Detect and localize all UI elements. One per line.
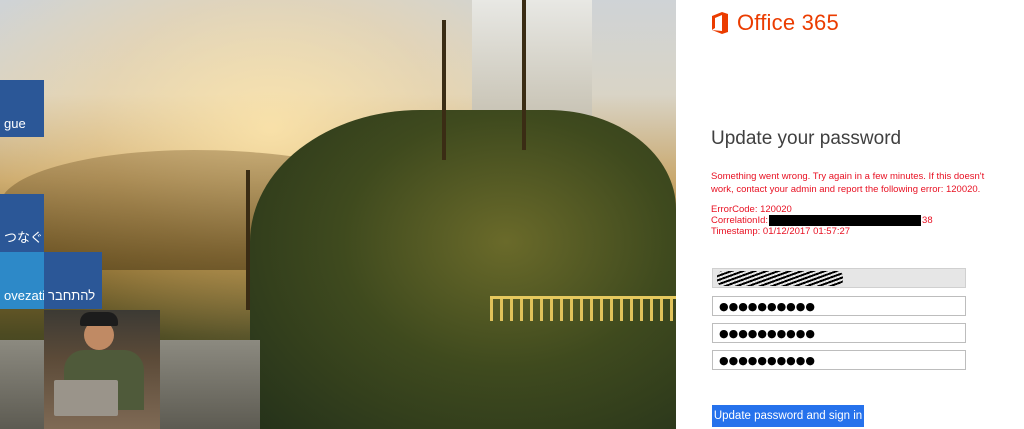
redacted-username (717, 271, 843, 286)
redaction-bar (769, 215, 922, 226)
error-code: ErrorCode: 120020 (711, 204, 792, 215)
people-photo (44, 310, 160, 429)
tile-label: ovezati (4, 288, 46, 303)
railing (490, 296, 676, 321)
palm-tree (442, 20, 446, 160)
brand-name: Office 365 (737, 10, 839, 35)
correlation-suffix: 38 (922, 215, 933, 227)
signin-panel: Office 365 Update your password Somethin… (676, 0, 1024, 429)
correlation-id: CorrelationId: 38 (711, 215, 933, 226)
office-logo: Office 365 (711, 10, 839, 36)
page-title: Update your password (711, 128, 902, 149)
update-password-button[interactable]: Update password and sign in (712, 405, 864, 427)
error-details: ErrorCode: 120020 CorrelationId: 38 Times… (711, 204, 933, 237)
correlation-label: CorrelationId: (711, 215, 769, 227)
palm-tree (246, 170, 250, 310)
hat (80, 312, 118, 326)
tile-label: gue (4, 116, 26, 131)
office-logo-icon (712, 12, 728, 34)
tree-canopy (250, 110, 676, 429)
language-tile[interactable]: להתחבר (44, 252, 102, 309)
laptop (54, 380, 118, 416)
current-password-field[interactable] (712, 296, 966, 316)
palm-tree (522, 0, 526, 150)
language-tile[interactable]: gue (0, 80, 44, 137)
tile-label: להתחבר (48, 288, 96, 303)
error-message: Something went wrong. Try again in a few… (711, 171, 985, 195)
tile-label: つなぐ (4, 230, 44, 245)
language-tile[interactable]: ovezati (0, 252, 46, 309)
username-field[interactable] (712, 268, 966, 288)
timestamp: Timestamp: 01/12/2017 01:57:27 (711, 226, 851, 238)
building (472, 0, 592, 120)
language-tile[interactable]: つなぐ (0, 194, 44, 252)
background-hero-image: gue つなぐ ovezati להתחבר (0, 0, 676, 429)
new-password-field[interactable] (712, 323, 966, 343)
confirm-password-field[interactable] (712, 350, 966, 370)
